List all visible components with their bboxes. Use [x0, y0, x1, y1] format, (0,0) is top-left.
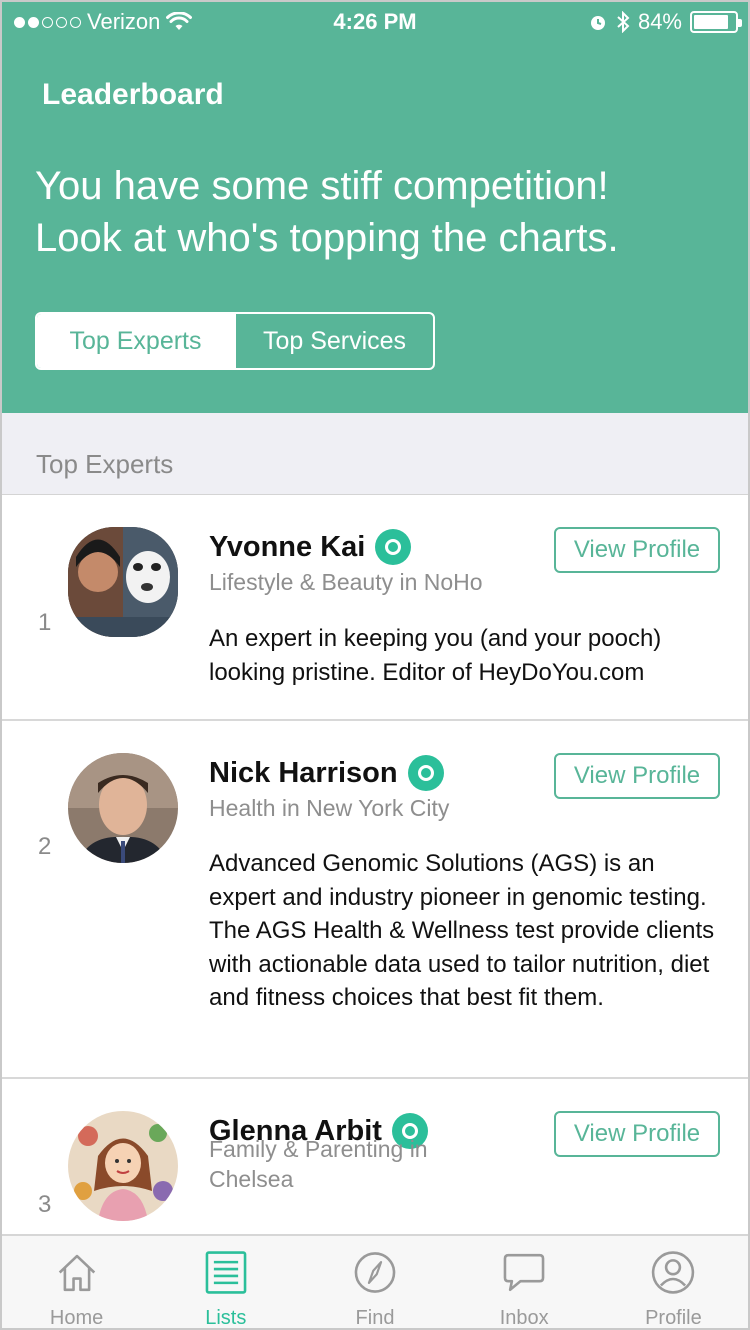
verified-badge-icon [407, 755, 444, 791]
verified-badge-icon [375, 529, 412, 565]
expert-category: Family & Parenting in Chelsea [209, 1136, 428, 1192]
tab-label: Profile [645, 1307, 702, 1329]
app-frame: Verizon 4:26 PM 84% Leaderboard You have… [0, 0, 750, 1330]
headline-line-1: You have some stiff competition! [35, 164, 609, 208]
home-icon [58, 1254, 95, 1292]
headline: You have some stiff competition! Look at… [35, 160, 725, 264]
tab-label: Lists [205, 1307, 247, 1329]
status-right: 84% [588, 9, 742, 35]
view-profile-button[interactable]: View Profile [554, 753, 720, 799]
section-title: Top Experts [36, 449, 174, 479]
chat-bubble-icon [503, 1253, 545, 1292]
list-item[interactable]: 2 Nick Harrison Health in New York City … [2, 721, 748, 1079]
rank-number: 2 [38, 833, 52, 860]
status-bar: Verizon 4:26 PM 84% [2, 2, 748, 42]
name-line: Nick Harrison [209, 755, 444, 791]
expert-name[interactable]: Yvonne Kai [209, 531, 365, 564]
expert-description: Advanced Genomic Solutions (AGS) is an e… [209, 850, 715, 1011]
expert-description: An expert in keeping you (and your pooch… [209, 625, 662, 686]
tab-profile[interactable]: Profile [599, 1236, 748, 1329]
segment-top-experts[interactable]: Top Experts [37, 314, 234, 368]
section-header: Top Experts [2, 413, 748, 495]
tab-find[interactable]: Find [300, 1236, 449, 1329]
bluetooth-icon [617, 11, 630, 33]
tab-label: Find [355, 1307, 395, 1329]
battery-percent: 84% [637, 9, 682, 34]
expert-name[interactable]: Nick Harrison [209, 757, 398, 790]
leaderboard-header: Verizon 4:26 PM 84% Leaderboard You have… [2, 2, 748, 413]
page-title: Leaderboard [42, 78, 224, 111]
tab-label: Home [49, 1307, 104, 1329]
avatar[interactable] [68, 753, 178, 863]
avatar[interactable] [68, 1111, 178, 1221]
tab-home[interactable]: Home [2, 1236, 151, 1329]
headline-line-2: Look at who's topping the charts. [35, 216, 619, 260]
tab-lists[interactable]: Lists [151, 1236, 300, 1329]
view-profile-button[interactable]: View Profile [554, 527, 720, 573]
compass-icon [354, 1252, 396, 1293]
list-item[interactable]: 1 Yvonne Kai Lifestyle & Beauty in NoHo … [2, 495, 748, 721]
user-circle-icon [652, 1251, 695, 1294]
tab-inbox[interactable]: Inbox [450, 1236, 599, 1329]
tab-label: Inbox [499, 1307, 549, 1329]
experts-list: 1 Yvonne Kai Lifestyle & Beauty in NoHo … [2, 495, 748, 1259]
expert-category: Lifestyle & Beauty in NoHo [209, 569, 483, 595]
avatar[interactable] [68, 527, 178, 637]
battery-icon [690, 11, 742, 33]
segment-top-services[interactable]: Top Services [234, 314, 433, 368]
rank-number: 1 [38, 609, 52, 636]
list-item[interactable]: 3 Glenna Arbit Family & Parenting in Che… [2, 1079, 748, 1259]
expert-category: Health in New York City [209, 795, 450, 821]
name-line: Yvonne Kai [209, 529, 412, 565]
segmented-control: Top Experts Top Services [35, 312, 435, 370]
view-profile-button[interactable]: View Profile [554, 1111, 720, 1157]
alarm-icon [590, 16, 605, 30]
tab-bar: Home Lists Find Inbox Profile [2, 1234, 748, 1329]
list-icon [205, 1251, 247, 1294]
rank-number: 3 [38, 1191, 52, 1218]
